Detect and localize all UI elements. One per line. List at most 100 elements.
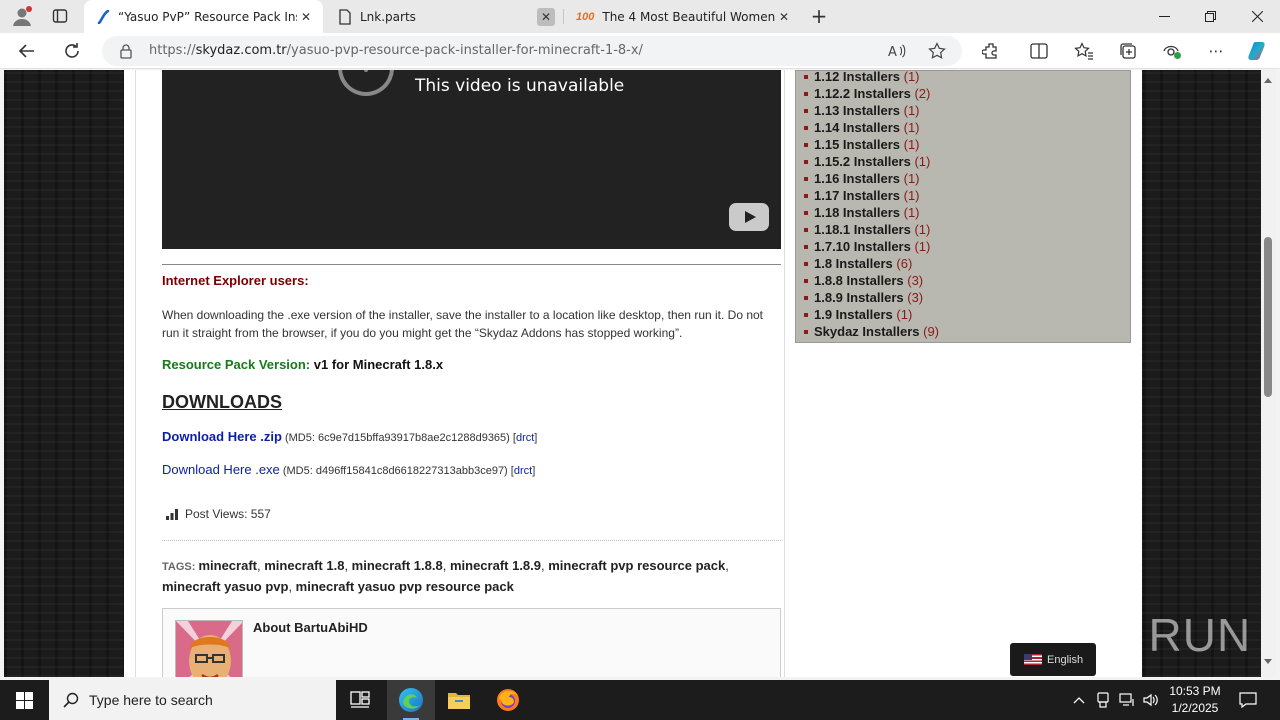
category-item[interactable]: 1.17 Installers (1) [804,187,939,204]
category-name[interactable]: 1.8.8 Installers [814,273,904,288]
ie-users-note: When downloading the .exe version of the… [162,308,764,340]
page-scrollbar[interactable] [1261,70,1276,677]
category-count: (1) [903,188,920,203]
taskbar-clock[interactable]: 10:53 PM 1/2/2025 [1158,683,1232,717]
category-item[interactable]: 1.7.10 Installers (1) [804,238,939,255]
post-views: Post Views: 557 [166,507,271,521]
profile-icon[interactable] [8,4,36,28]
url-host: skydaz.com.tr [195,43,287,58]
tag-link[interactable]: minecraft [198,558,257,573]
category-item[interactable]: 1.15 Installers (1) [804,136,939,153]
copilot-icon[interactable] [1244,37,1272,65]
tag-link[interactable]: minecraft 1.8 [264,558,344,573]
category-item[interactable]: 1.8.9 Installers (3) [804,289,939,306]
tag-link[interactable]: minecraft yasuo pvp [162,579,288,594]
tag-link[interactable]: minecraft pvp resource pack [548,558,725,573]
new-tab-button[interactable]: + [806,4,832,28]
category-item[interactable]: 1.8.8 Installers (3) [804,272,939,289]
category-name[interactable]: 1.15.2 Installers [814,154,911,169]
taskbar: Type here to search 10:53 PM 1/2/2025 [0,680,1280,720]
scroll-up-arrow[interactable] [1264,78,1272,83]
category-item[interactable]: 1.12.2 Installers (2) [804,85,939,102]
close-tab-icon[interactable]: ✕ [297,8,315,26]
tab-lnk-parts[interactable]: Lnk.parts ✕ [326,0,563,33]
category-name[interactable]: 1.9 Installers [814,307,893,322]
category-name[interactable]: 1.7.10 Installers [814,239,911,254]
browser-essentials-icon[interactable] [1158,37,1186,65]
minimize-button[interactable] [1141,0,1187,32]
split-screen-icon[interactable] [1025,37,1053,65]
category-name[interactable]: 1.17 Installers [814,188,900,203]
category-name[interactable]: 1.18 Installers [814,205,900,220]
category-item[interactable]: 1.18.1 Installers (1) [804,221,939,238]
post-views-count: Post Views: 557 [185,507,271,521]
collections-icon[interactable] [1114,37,1142,65]
download-exe-link[interactable]: Download Here .exe [162,462,280,477]
tab-yasuo-resource-pack[interactable]: “Yasuo PvP” Resource Pack Installer for … [84,0,323,33]
direct-link[interactable]: drct [514,465,532,477]
category-item[interactable]: 1.16 Installers (1) [804,170,939,187]
category-count: (9) [923,324,940,339]
category-name[interactable]: 1.13 Installers [814,103,900,118]
taskbar-search[interactable]: Type here to search [49,680,336,720]
read-aloud-icon[interactable]: A [885,40,909,62]
scroll-thumb[interactable] [1264,237,1272,397]
category-item[interactable]: 1.13 Installers (1) [804,102,939,119]
start-button[interactable] [0,680,48,720]
category-name[interactable]: 1.12 Installers [814,70,900,84]
direct-link[interactable]: drct [516,432,534,444]
tab-actions-icon[interactable] [46,4,74,28]
more-options-icon[interactable]: ⋯ [1202,37,1230,65]
category-item[interactable]: 1.18 Installers (1) [804,204,939,221]
category-name[interactable]: 1.12.2 Installers [814,86,911,101]
network-icon[interactable] [1116,680,1138,720]
category-item[interactable]: 1.14 Installers (1) [804,119,939,136]
lock-icon[interactable] [118,43,134,59]
category-count: (3) [907,273,924,288]
refresh-button[interactable] [57,37,87,65]
category-name[interactable]: 1.18.1 Installers [814,222,911,237]
tab-beautiful-women[interactable]: 100 The 4 Most Beautiful Women in the Wo… [564,0,801,33]
author-avatar [175,620,243,677]
firefox-icon[interactable] [484,680,532,720]
file-explorer-icon[interactable] [435,680,483,720]
edge-taskbar-icon[interactable] [387,680,435,720]
category-name[interactable]: 1.14 Installers [814,120,900,135]
tab-title: The 4 Most Beautiful Women in the World [602,9,775,24]
device-icon[interactable] [1092,680,1114,720]
tab-title: Lnk.parts [360,9,416,24]
download-zip-link[interactable]: Download Here .zip [162,429,282,444]
language-switcher[interactable]: English [1010,643,1096,676]
close-window-button[interactable] [1234,0,1280,32]
notifications-icon[interactable] [1236,680,1260,720]
tag-link[interactable]: minecraft 1.8.9 [450,558,541,573]
category-item[interactable]: 1.8 Installers (6) [804,255,939,272]
author-box: About BartuAbiHD [162,608,781,677]
category-name[interactable]: 1.16 Installers [814,171,900,186]
category-name[interactable]: Skydaz Installers [814,324,920,339]
category-item[interactable]: 1.12 Installers (1) [804,70,939,85]
favorite-star-icon[interactable] [925,40,949,62]
task-view-icon[interactable] [336,680,384,720]
category-count: (2) [914,86,931,101]
url-text[interactable]: https://skydaz.com.tr/yasuo-pvp-resource… [149,43,643,58]
close-tab-icon[interactable]: ✕ [775,8,793,26]
youtube-play-icon[interactable] [729,203,769,231]
close-tab-icon[interactable]: ✕ [537,7,555,26]
category-name[interactable]: 1.15 Installers [814,137,900,152]
back-button[interactable] [12,37,42,65]
favorites-icon[interactable] [1070,37,1098,65]
show-hidden-icons[interactable] [1068,680,1090,720]
address-bar[interactable]: https://skydaz.com.tr/yasuo-pvp-resource… [102,36,962,66]
video-embed[interactable]: This video is unavailable [162,70,781,249]
scroll-down-arrow[interactable] [1264,659,1272,664]
category-item[interactable]: 1.15.2 Installers (1) [804,153,939,170]
category-name[interactable]: 1.8 Installers [814,256,893,271]
tag-link[interactable]: minecraft yasuo pvp resource pack [296,579,514,594]
category-name[interactable]: 1.8.9 Installers [814,290,904,305]
tag-link[interactable]: minecraft 1.8.8 [352,558,443,573]
category-item[interactable]: Skydaz Installers (9) [804,323,939,340]
category-item[interactable]: 1.9 Installers (1) [804,306,939,323]
restore-button[interactable] [1187,0,1233,32]
extensions-icon[interactable] [977,37,1005,65]
